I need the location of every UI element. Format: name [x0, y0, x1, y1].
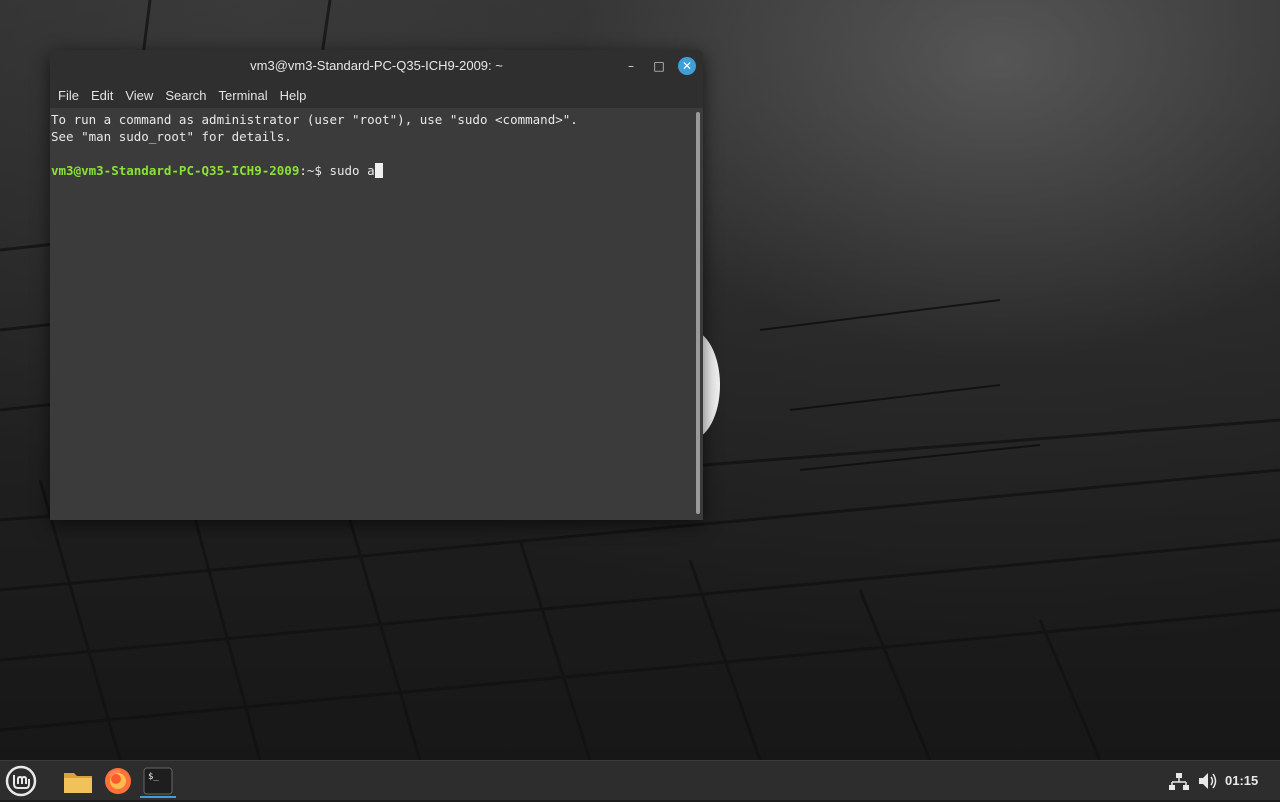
menu-file[interactable]: File — [52, 88, 85, 103]
minimize-button[interactable]: – — [622, 57, 640, 75]
volume-icon[interactable] — [1193, 764, 1221, 798]
title-bar[interactable]: vm3@vm3-Standard-PC-Q35-ICH9-2009: ~ – □… — [50, 50, 703, 82]
prompt-suffix: :~$ — [299, 163, 330, 178]
menu-search[interactable]: Search — [159, 88, 212, 103]
command-input[interactable]: sudo a — [329, 163, 374, 178]
output-line-2: See "man sudo_root" for details. — [51, 129, 292, 144]
network-icon[interactable] — [1165, 764, 1193, 798]
active-indicator — [140, 796, 176, 798]
taskbar: $_ 01:15 — [0, 760, 1280, 800]
menu-help[interactable]: Help — [274, 88, 313, 103]
firefox-icon[interactable] — [100, 764, 136, 798]
close-button[interactable]: ✕ — [678, 57, 696, 75]
svg-text:$_: $_ — [148, 772, 159, 782]
menu-view[interactable]: View — [119, 88, 159, 103]
window-title: vm3@vm3-Standard-PC-Q35-ICH9-2009: ~ — [250, 58, 503, 73]
terminal-output[interactable]: To run a command as administrator (user … — [50, 108, 693, 520]
menu-terminal[interactable]: Terminal — [213, 88, 274, 103]
maximize-button[interactable]: □ — [650, 57, 668, 75]
clock[interactable]: 01:15 — [1225, 773, 1258, 788]
menu-edit[interactable]: Edit — [85, 88, 119, 103]
text-cursor — [374, 163, 383, 178]
mint-menu-icon[interactable] — [3, 764, 39, 798]
menu-bar: File Edit View Search Terminal Help — [50, 82, 703, 108]
terminal-window[interactable]: vm3@vm3-Standard-PC-Q35-ICH9-2009: ~ – □… — [50, 50, 703, 520]
scrollbar[interactable] — [693, 108, 703, 520]
prompt-user-host: vm3@vm3-Standard-PC-Q35-ICH9-2009 — [51, 163, 300, 178]
terminal-icon[interactable]: $_ — [140, 764, 176, 798]
files-icon[interactable] — [60, 764, 96, 798]
scrollbar-thumb[interactable] — [696, 112, 700, 514]
output-line-1: To run a command as administrator (user … — [51, 112, 578, 127]
